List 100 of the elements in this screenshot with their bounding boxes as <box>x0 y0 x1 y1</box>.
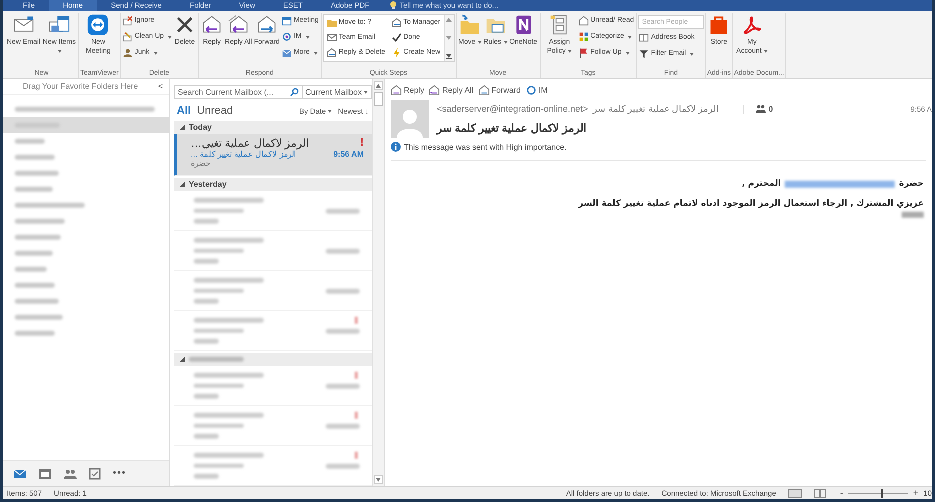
blurred-text <box>194 328 244 334</box>
group-label: Today <box>189 123 212 132</box>
filter-tab[interactable]: Unread <box>197 105 234 117</box>
blurred-text <box>326 464 360 469</box>
book-icon <box>639 33 650 43</box>
color-grid-icon <box>578 32 589 42</box>
message-time: 9:56 AM <box>334 150 364 159</box>
filter-tab[interactable]: All <box>177 105 192 117</box>
blurred-text <box>15 266 47 272</box>
envelope-arrow-icon <box>201 14 224 36</box>
blurred-text <box>194 248 244 254</box>
blurred-text <box>194 219 219 224</box>
chat-icon <box>282 32 292 42</box>
chat-icon <box>526 84 537 96</box>
envelope-arrow-icon <box>326 48 337 58</box>
blurred-text <box>15 314 63 320</box>
flag-icon <box>578 48 589 58</box>
message-subject: الرمز لاكمال عملية تغيير كلمة سر <box>437 122 588 137</box>
reading-view-icon <box>814 488 826 498</box>
scrollbar[interactable] <box>372 79 384 486</box>
reading-action-button[interactable]: IM <box>526 84 548 96</box>
envelope-open-icon <box>578 16 589 26</box>
importance-mark: ! <box>359 137 364 150</box>
blurred-text <box>194 434 219 440</box>
blurred-text <box>326 384 360 389</box>
blurred-text <box>15 218 65 224</box>
reading-view-button[interactable] <box>814 488 826 498</box>
shopping-bag-icon <box>708 14 730 36</box>
checkmark-icon <box>392 32 402 43</box>
normal-view-button[interactable] <box>788 488 802 498</box>
blurred-text <box>15 298 59 304</box>
blurred-text <box>194 339 219 344</box>
scroll-up-icon <box>376 84 381 88</box>
sender-name: الرمز لاكمال عملية تغيي… <box>191 137 310 150</box>
nav-button[interactable] <box>88 466 102 480</box>
blurred-text <box>194 259 219 264</box>
mail-icon <box>13 466 27 480</box>
group-header[interactable]: Yesterday <box>174 178 372 191</box>
collapse-triangle-icon <box>180 182 185 187</box>
lightning-icon <box>392 48 402 58</box>
zoom-out-button[interactable]: - <box>838 488 846 498</box>
funnel-icon <box>639 49 650 59</box>
blurred-text <box>194 424 244 428</box>
envelope-arrow-icon <box>478 84 490 96</box>
blurred-text <box>15 234 61 240</box>
swirl-icon <box>741 14 764 36</box>
blurred-text <box>15 330 55 336</box>
nav-button[interactable] <box>13 466 27 480</box>
greeting-text: حضرة <box>899 179 924 189</box>
blurred-text <box>194 198 264 203</box>
people-count: 0 <box>768 104 774 114</box>
collapse-triangle-icon <box>180 357 185 362</box>
gallery-scrollbar[interactable] <box>444 15 454 61</box>
task-icon <box>88 466 102 480</box>
calendar-icon <box>38 466 52 480</box>
scroll-thumb[interactable] <box>374 92 383 106</box>
blurred-text <box>15 282 55 288</box>
zoom-in-button[interactable]: + <box>911 488 921 498</box>
expand-icon <box>446 54 452 59</box>
group-header[interactable] <box>174 353 372 366</box>
nav-button[interactable] <box>38 466 52 480</box>
sender-name: الرمز لاكمال عملية تغيير كلمة سر <box>593 104 720 114</box>
scope-dropdown[interactable]: Current Mailbox <box>302 86 371 98</box>
collapse-button[interactable]: < <box>156 82 165 91</box>
blurred-text <box>194 384 244 388</box>
envelope-arrows-icon <box>228 14 250 36</box>
blurred-link[interactable] <box>785 180 896 188</box>
blurred-text <box>326 289 360 294</box>
blurred-text <box>15 154 55 160</box>
envelope-broom-icon <box>122 32 133 42</box>
group-header[interactable]: Today <box>174 121 372 134</box>
envelope-icon <box>282 48 292 58</box>
blurred-text <box>15 138 45 144</box>
reading-action-button[interactable]: Forward <box>478 84 521 96</box>
blurred-text <box>194 238 264 243</box>
envelope-arrow-icon <box>392 18 402 28</box>
folder-icon <box>326 18 337 28</box>
people-icon <box>756 105 766 113</box>
blurred-text <box>15 170 59 176</box>
blurred-text <box>194 394 219 400</box>
blurred-text <box>326 249 360 254</box>
search-box[interactable]: Search Current Mailbox (... Current Mailbox <box>174 85 372 99</box>
blurred-text <box>15 186 53 192</box>
message-preview: حضرة <box>191 159 212 168</box>
reading-action-button[interactable]: Reply All <box>429 84 474 96</box>
folder-item[interactable] <box>3 117 169 133</box>
blurred-text <box>326 329 360 334</box>
body-text: عزيزي المشترك , الرجاء استعمال الرمز الموجود ادناه لاتمام عملية تغيير كلمة السر <box>577 199 924 209</box>
blurred-text <box>15 250 53 256</box>
blurred-text <box>194 288 244 294</box>
blurred-text <box>326 424 360 429</box>
envelope-arrow-icon <box>256 14 278 36</box>
more-button[interactable]: ••• <box>113 468 127 479</box>
reading-action-button[interactable]: Reply <box>391 84 424 96</box>
zoom-thumb[interactable] <box>881 488 884 498</box>
collapse-triangle-icon <box>180 125 185 130</box>
blurred-text <box>194 464 244 468</box>
envelope-icon <box>326 32 337 43</box>
blurred-text <box>194 474 219 480</box>
greeting-text: المحترم , <box>742 179 782 189</box>
